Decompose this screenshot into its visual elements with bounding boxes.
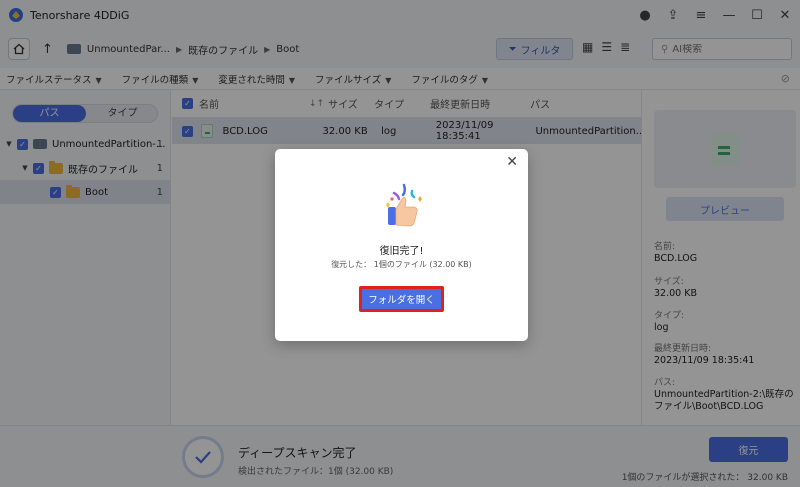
dialog-subtitle: 復元した： 1個のファイル (32.00 KB) <box>331 260 472 269</box>
thumbs-up-icon <box>386 183 422 227</box>
dialog-title: 復旧完了! <box>379 246 424 257</box>
open-folder-button[interactable]: フォルダを開く <box>359 286 444 312</box>
close-icon[interactable]: ✕ <box>506 154 518 170</box>
recovery-complete-dialog: ✕ 復旧完了! 復元した： 1個のファイル (32.00 KB) フォルダを開く <box>275 149 528 341</box>
